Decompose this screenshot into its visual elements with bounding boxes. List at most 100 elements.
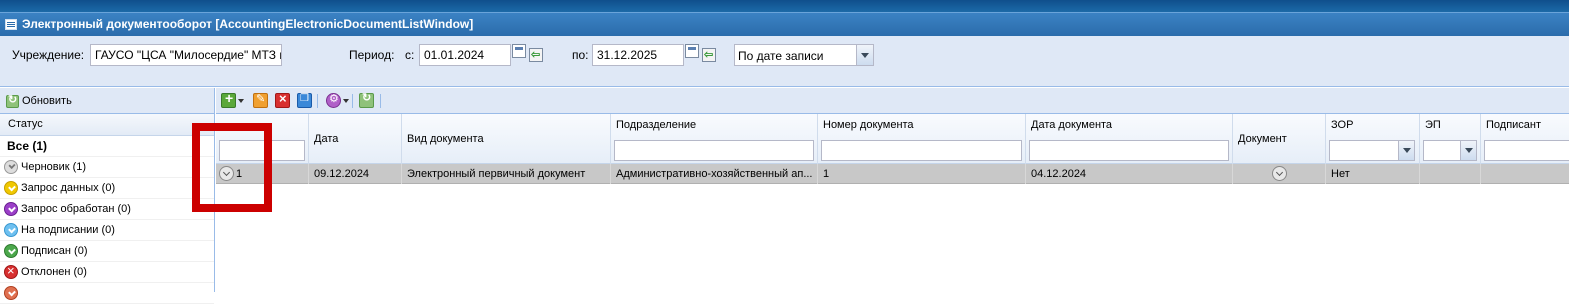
department-filter-input[interactable]	[614, 140, 814, 161]
gear-icon[interactable]	[326, 92, 341, 108]
column-label: ЭП	[1425, 119, 1441, 131]
status-item-signed[interactable]: Подписан (0)	[0, 241, 214, 262]
column-label: Номер документа	[823, 119, 914, 131]
cell-doc-number: 1	[818, 164, 1026, 184]
cell-text: 1	[236, 168, 243, 180]
cell-department: Административно-хозяйственный ап...	[611, 164, 818, 184]
to-calendar-icon[interactable]	[685, 44, 699, 58]
red-cross-icon	[4, 263, 18, 279]
column-ep[interactable]: ЭП	[1420, 114, 1481, 164]
grey-check-icon	[4, 160, 18, 174]
add-dropdown-icon[interactable]	[238, 99, 244, 103]
toolbar-separator	[352, 94, 353, 108]
from-date-field[interactable]: 01.01.2024	[419, 44, 511, 66]
from-label: с:	[405, 48, 415, 62]
refresh-icon	[6, 93, 19, 108]
open-document-icon[interactable]	[1272, 166, 1287, 181]
status-item-all[interactable]: Все (1)	[0, 136, 214, 157]
column-doc-number[interactable]: Номер документа	[818, 114, 1026, 164]
delete-icon[interactable]	[275, 91, 290, 108]
date-mode-value: По дате записи	[738, 49, 824, 63]
top-strip	[0, 0, 1569, 12]
edit-icon[interactable]	[253, 92, 268, 108]
toolbar-separator	[380, 94, 381, 108]
signer-filter-input[interactable]	[1484, 140, 1569, 161]
date-mode-select[interactable]: По дате записи	[734, 44, 874, 66]
orange-icon	[4, 286, 18, 300]
institution-field[interactable]: ГАУСО "ЦСА "Милосердие" МТЗ и	[90, 44, 282, 66]
refresh-label: Обновить	[22, 95, 72, 107]
column-label: Дата документа	[1031, 119, 1113, 131]
cell-date: 09.12.2024	[309, 164, 402, 184]
grid-toolbar	[216, 88, 1569, 114]
window-titlebar: Электронный документооборот [AccountingE…	[0, 12, 1569, 36]
green-check-icon	[4, 244, 18, 258]
cell-ep	[1420, 164, 1481, 184]
doc-number-filter-input[interactable]	[821, 140, 1022, 161]
chevron-down-icon[interactable]	[856, 45, 873, 65]
institution-label: Учреждение:	[12, 48, 85, 62]
doc-date-filter-input[interactable]	[1029, 140, 1229, 161]
window-title: Электронный документооборот [AccountingE…	[22, 17, 474, 31]
column-zor[interactable]: ЗОР	[1326, 114, 1420, 164]
expand-row-icon[interactable]	[219, 166, 234, 181]
yellow-check-icon	[4, 181, 18, 195]
chevron-down-icon[interactable]	[1460, 141, 1476, 160]
status-item-on-signing[interactable]: На подписании (0)	[0, 220, 214, 241]
column-label: ЗОР	[1331, 119, 1354, 131]
number-filter-input[interactable]	[219, 140, 305, 161]
zor-filter-select[interactable]	[1329, 140, 1415, 161]
cell-signer	[1481, 164, 1569, 184]
copy-icon[interactable]	[297, 93, 312, 108]
to-clear-icon[interactable]	[702, 48, 716, 62]
status-item-data-request[interactable]: Запрос данных (0)	[0, 178, 214, 199]
window-icon	[5, 19, 17, 30]
status-label: Запрос данных (0)	[21, 182, 116, 194]
column-signer[interactable]: Подписант	[1481, 114, 1569, 164]
blue-check-icon	[4, 223, 18, 237]
status-item-draft[interactable]: Черновик (1)	[0, 157, 214, 178]
grid-header: Дата Вид документа Подразделение Номер д…	[216, 114, 1569, 164]
status-label: Черновик (1)	[21, 161, 87, 173]
column-label: Документ	[1238, 133, 1287, 145]
to-date-field[interactable]: 31.12.2025	[592, 44, 684, 66]
status-label: Запрос обработан (0)	[21, 203, 131, 215]
column-label: Вид документа	[407, 133, 484, 145]
status-label: Подписан (0)	[21, 245, 88, 257]
status-panel: Обновить Статус Все (1) Черновик (1) Зап…	[0, 88, 215, 304]
cell-doc-type: Электронный первичный документ	[402, 164, 611, 184]
add-icon[interactable]	[221, 90, 236, 108]
ep-filter-select[interactable]	[1423, 140, 1477, 161]
gear-dropdown-icon[interactable]	[343, 99, 349, 103]
status-label: Отклонен (0)	[21, 266, 87, 278]
column-label: Подписант	[1486, 119, 1542, 131]
column-date[interactable]: Дата	[309, 114, 402, 164]
status-toolbar: Обновить	[0, 88, 214, 114]
cell-zor: Нет	[1326, 164, 1420, 184]
cell-doc-date: 04.12.2024	[1026, 164, 1233, 184]
toolbar-separator	[317, 94, 318, 108]
period-label: Период:	[349, 48, 395, 62]
cell-document	[1233, 164, 1326, 184]
column-department[interactable]: Подразделение	[611, 114, 818, 164]
refresh-icon[interactable]	[359, 91, 374, 108]
cell-number: 1	[216, 164, 309, 184]
chevron-down-icon[interactable]	[1398, 141, 1414, 160]
filter-bar: Учреждение: ГАУСО "ЦСА "Милосердие" МТЗ …	[0, 36, 1569, 87]
status-item-request-processed[interactable]: Запрос обработан (0)	[0, 199, 214, 220]
status-item-rejected[interactable]: Отклонен (0)	[0, 262, 214, 283]
column-label: Дата	[314, 133, 339, 145]
table-row[interactable]: 1 09.12.2024 Электронный первичный докум…	[216, 164, 1569, 184]
column-doc-date[interactable]: Дата документа	[1026, 114, 1233, 164]
column-doc-type[interactable]: Вид документа	[402, 114, 611, 164]
status-label: На подписании (0)	[21, 224, 115, 236]
column-number[interactable]	[216, 114, 309, 164]
from-clear-icon[interactable]	[529, 48, 543, 62]
documents-grid: Дата Вид документа Подразделение Номер д…	[216, 88, 1569, 292]
status-column-header: Статус	[0, 114, 214, 136]
column-document[interactable]: Документ	[1233, 114, 1326, 164]
status-label: Все (1)	[7, 139, 48, 153]
from-calendar-icon[interactable]	[512, 44, 526, 58]
status-item-cut-off[interactable]	[0, 283, 214, 304]
refresh-button[interactable]: Обновить	[6, 92, 72, 110]
